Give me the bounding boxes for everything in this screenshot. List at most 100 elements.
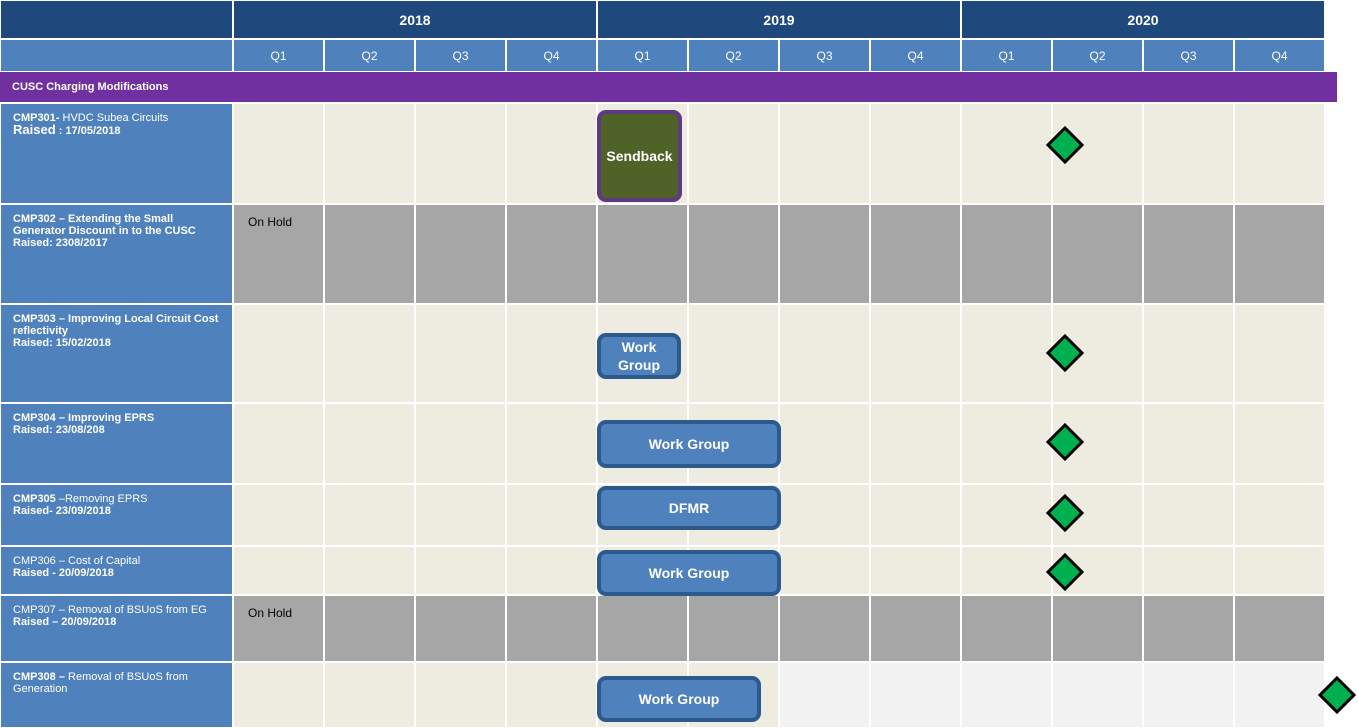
cmp304-workgroup-bar[interactable]: Work Group [597, 420, 781, 468]
timeline-cell [1234, 546, 1325, 595]
timeline-cell [506, 484, 597, 546]
timeline-cell [415, 484, 506, 546]
timeline-cell [324, 662, 415, 728]
row-title: CMP307 – Removal of BSUoS from EG [13, 604, 207, 616]
row-label-cmp302: CMP302 – Extending the Small Generator D… [0, 204, 233, 304]
cmp301-sendback-bar[interactable]: Sendback [597, 110, 682, 202]
timeline-cell [1143, 595, 1234, 662]
timeline-cell [415, 546, 506, 595]
timeline-cell [324, 403, 415, 484]
quarter-corner [0, 39, 233, 72]
milestone-diamond-icon [1318, 676, 1356, 714]
timeline-cell [324, 595, 415, 662]
quarter-header: Q3 [415, 39, 506, 72]
cmp305-dfmr-bar[interactable]: DFMR [597, 486, 781, 530]
row-code: CMP304 – Improving EPRS [13, 412, 155, 424]
quarter-header: Q4 [1234, 39, 1325, 72]
timeline-cell [324, 546, 415, 595]
timeline-cell [233, 103, 324, 204]
timeline-cell [1143, 304, 1234, 403]
timeline-cell [1234, 662, 1325, 728]
row-title: –Removing EPRS [58, 493, 148, 505]
timeline-cell [233, 484, 324, 546]
timeline-cell [688, 595, 779, 662]
row-raised: Raised - 20/09/2018 [13, 567, 114, 579]
timeline-cell [1143, 403, 1234, 484]
timeline-cell [1234, 595, 1325, 662]
cmp306-workgroup-bar[interactable]: Work Group [597, 550, 781, 596]
row-title: HVDC Subea Circuits [62, 112, 169, 124]
timeline-cell [233, 403, 324, 484]
timeline-cell [1143, 662, 1234, 728]
header-corner [0, 0, 233, 39]
timeline-cell [597, 204, 688, 304]
timeline-cell [506, 662, 597, 728]
milestone-diamond-icon [1046, 423, 1084, 461]
row-raised-label: Raised [13, 122, 56, 137]
quarter-header: Q2 [688, 39, 779, 72]
timeline-cell [1143, 204, 1234, 304]
row-code: CMP303 – Improving Local Circuit Cost re… [13, 313, 219, 337]
timeline-cell [1234, 204, 1325, 304]
cmp308-workgroup-bar[interactable]: Work Group [597, 676, 761, 722]
timeline-cell [779, 484, 870, 546]
on-hold-status: On Hold [248, 606, 293, 620]
timeline-cell [1143, 546, 1234, 595]
quarter-header: Q2 [324, 39, 415, 72]
timeline-cell [870, 546, 961, 595]
timeline-cell [233, 546, 324, 595]
timeline-cell [1052, 595, 1143, 662]
timeline-cell [324, 204, 415, 304]
timeline-cell [506, 204, 597, 304]
quarter-header: Q2 [1052, 39, 1143, 72]
timeline-cell [324, 304, 415, 403]
milestone-diamond-icon [1046, 126, 1084, 164]
quarter-header: Q4 [870, 39, 961, 72]
row-label-cmp303: CMP303 – Improving Local Circuit Cost re… [0, 304, 233, 403]
timeline-cell [961, 204, 1052, 304]
timeline-cell [1234, 484, 1325, 546]
timeline-cell [961, 403, 1052, 484]
year-header: 2019 [597, 0, 961, 39]
timeline-cell [1052, 662, 1143, 728]
timeline-cell [961, 484, 1052, 546]
timeline-cell [961, 304, 1052, 403]
row-title: CMP306 – Cost of Capital [13, 555, 141, 567]
timeline-cell [415, 204, 506, 304]
timeline-cell [870, 103, 961, 204]
section-header: CUSC Charging Modifications [0, 72, 1337, 103]
timeline-cell [415, 662, 506, 728]
timeline-cell [779, 662, 870, 728]
timeline-cell [415, 403, 506, 484]
timeline-cell [870, 304, 961, 403]
year-header: 2020 [961, 0, 1325, 39]
quarter-header: Q3 [1143, 39, 1234, 72]
timeline-cell [870, 595, 961, 662]
timeline-cell [1143, 103, 1234, 204]
row-raised: Raised: 23/08/208 [13, 424, 105, 436]
timeline-cell [506, 403, 597, 484]
timeline-cell [1234, 304, 1325, 403]
timeline-cell [415, 595, 506, 662]
timeline-cell [233, 662, 324, 728]
quarter-header: Q1 [233, 39, 324, 72]
timeline-cell [870, 204, 961, 304]
timeline-cell [779, 546, 870, 595]
cmp303-bar-label: Work Group [618, 339, 660, 373]
timeline-cell [779, 403, 870, 484]
timeline-cell [233, 304, 324, 403]
timeline-cell [688, 204, 779, 304]
cmp303-workgroup-bar[interactable]: Work Group [597, 333, 681, 379]
timeline-cell [415, 304, 506, 403]
timeline-cell [779, 304, 870, 403]
row-raised: Raised – 20/09/2018 [13, 616, 117, 628]
timeline-cell [779, 103, 870, 204]
timeline-cell [324, 484, 415, 546]
timeline-cell: On Hold [233, 595, 324, 662]
timeline-cell [506, 304, 597, 403]
timeline-cell [1234, 403, 1325, 484]
quarter-header: Q4 [506, 39, 597, 72]
timeline-cell [688, 304, 779, 403]
timeline-cell [779, 204, 870, 304]
timeline-cell [870, 484, 961, 546]
